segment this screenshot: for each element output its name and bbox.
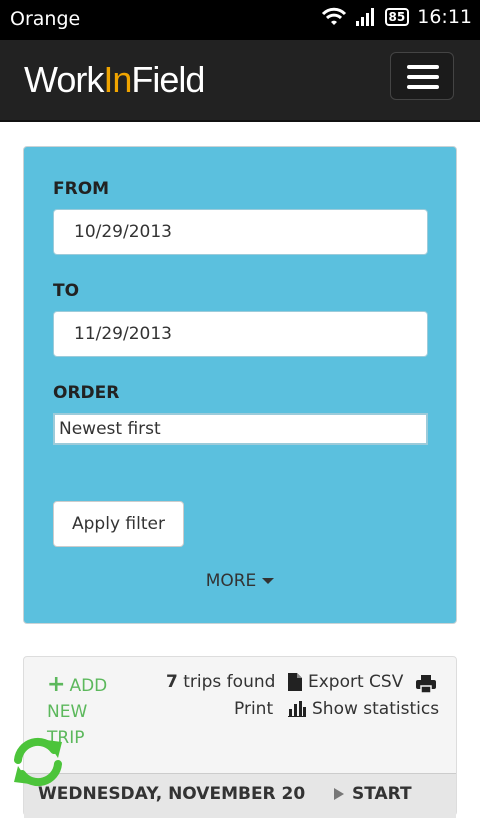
- to-label: TO: [53, 281, 80, 301]
- trip-count: 7: [166, 672, 178, 692]
- more-label: MORE: [205, 571, 257, 591]
- to-date-input[interactable]: 11/29/2013: [53, 311, 428, 357]
- results-panel: + ADD NEW TRIP 7 trips found Export CSV P…: [23, 656, 457, 818]
- wifi-icon: [321, 7, 346, 25]
- hamburger-icon: [407, 65, 439, 69]
- day-title: WEDNESDAY, NOVEMBER 20: [38, 784, 306, 804]
- day-header-row: WEDNESDAY, NOVEMBER 20 START: [24, 773, 456, 818]
- hamburger-icon: [407, 85, 439, 89]
- print-icon[interactable]: [416, 675, 436, 693]
- export-csv-label: Export CSV: [308, 672, 404, 692]
- start-label: START: [352, 784, 412, 804]
- trips-found-label: trips found: [183, 672, 276, 692]
- plus-icon: +: [47, 672, 66, 697]
- order-select[interactable]: Newest first: [53, 413, 428, 445]
- export-csv-link[interactable]: Export CSV: [288, 672, 403, 692]
- status-bar: Orange 85 16:11: [0, 0, 480, 40]
- show-statistics-link[interactable]: Show statistics: [288, 699, 439, 719]
- print-link[interactable]: Print: [234, 699, 273, 719]
- apply-filter-button[interactable]: Apply filter: [53, 501, 184, 547]
- from-date-input[interactable]: 10/29/2013: [53, 209, 428, 255]
- menu-toggle-button[interactable]: [390, 52, 454, 100]
- caret-down-icon: [262, 578, 275, 584]
- signal-icon: [355, 8, 374, 26]
- clock: 16:11: [417, 6, 472, 28]
- from-label: FROM: [53, 179, 110, 199]
- show-statistics-label: Show statistics: [312, 699, 440, 719]
- filter-panel: FROM 10/29/2013 TO 11/29/2013 ORDER Newe…: [23, 146, 457, 624]
- trips-found-text: 7 trips found: [166, 672, 275, 692]
- status-icons: 85 16:11: [321, 6, 472, 28]
- brand-logo[interactable]: WorkInField: [24, 59, 205, 101]
- hamburger-icon: [407, 75, 439, 79]
- order-label: ORDER: [53, 383, 120, 403]
- brand-prefix: Work: [24, 59, 104, 100]
- carrier-name: Orange: [10, 8, 81, 30]
- bar-chart-icon: [288, 701, 306, 717]
- file-icon: [288, 673, 302, 691]
- more-toggle[interactable]: MORE: [24, 571, 456, 591]
- refresh-icon[interactable]: [10, 734, 66, 790]
- brand-accent: In: [103, 59, 132, 100]
- start-column[interactable]: START: [334, 784, 412, 804]
- navbar: WorkInField: [0, 40, 480, 122]
- brand-suffix: Field: [131, 59, 205, 100]
- battery-icon: 85: [384, 8, 410, 26]
- play-icon: [334, 788, 344, 800]
